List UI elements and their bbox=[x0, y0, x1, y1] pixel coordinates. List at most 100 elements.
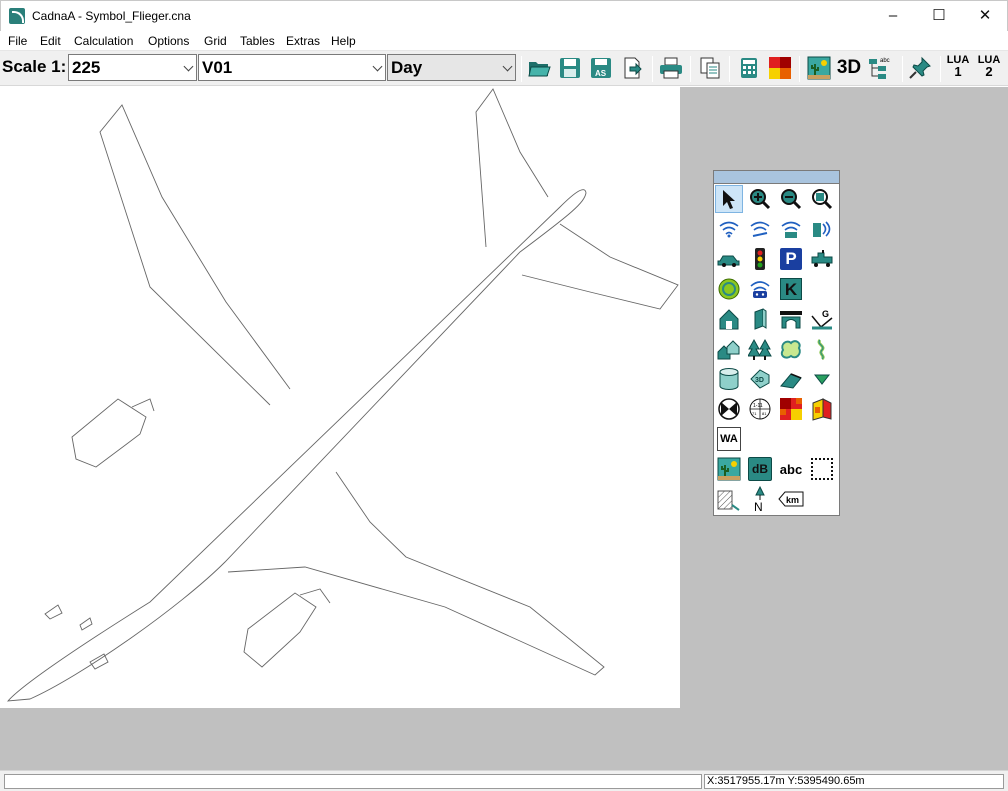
traffic-light-tool[interactable] bbox=[746, 245, 774, 273]
period-combobox[interactable]: Day bbox=[387, 54, 516, 81]
save-button[interactable] bbox=[557, 55, 583, 81]
height-point-tool[interactable] bbox=[808, 365, 836, 393]
hatched-area-icon bbox=[717, 490, 740, 511]
traffic-light-icon bbox=[755, 248, 765, 270]
north-arrow-icon: N bbox=[754, 486, 765, 512]
wa-tool[interactable]: WA bbox=[715, 425, 743, 453]
landscape-view-button[interactable] bbox=[806, 55, 832, 81]
survey-marker-icon bbox=[718, 398, 740, 420]
building-group-tool[interactable] bbox=[715, 335, 743, 363]
menu-edit[interactable]: Edit bbox=[40, 34, 61, 48]
road-tool[interactable] bbox=[715, 245, 743, 273]
north-arrow-tool[interactable]: N bbox=[746, 485, 774, 513]
vertical-area-source-tool[interactable] bbox=[808, 215, 836, 243]
grid-arrangement-tool[interactable]: 1-11 71 81 bbox=[746, 395, 774, 423]
open-folder-icon bbox=[528, 62, 551, 77]
bridge-tool[interactable] bbox=[777, 305, 805, 333]
lua-2-button[interactable]: LUA 2 bbox=[976, 54, 1002, 78]
work-area[interactable]: P K G 3D 1-11 71 81 WA dB abc N km bbox=[0, 87, 1008, 770]
toolbar-separator bbox=[940, 56, 941, 82]
fuselage-outline bbox=[6, 189, 587, 702]
variant-value: V01 bbox=[202, 58, 233, 77]
select-tool[interactable] bbox=[715, 185, 743, 213]
wa-icon: WA bbox=[717, 427, 741, 451]
text-tool[interactable]: abc bbox=[777, 455, 805, 483]
lua-1-button[interactable]: LUA 1 bbox=[945, 54, 971, 78]
cylinder-tool[interactable] bbox=[715, 365, 743, 393]
toolbar-separator bbox=[652, 56, 653, 82]
built-up-area-tool[interactable] bbox=[777, 335, 805, 363]
auxiliary-polygon-tool[interactable] bbox=[808, 455, 836, 483]
printer-icon bbox=[660, 57, 682, 79]
k-tool[interactable]: K bbox=[777, 275, 805, 303]
industry-tool[interactable] bbox=[715, 275, 743, 303]
menu-tables[interactable]: Tables bbox=[240, 34, 275, 48]
car-icon bbox=[717, 255, 740, 267]
print-button[interactable] bbox=[658, 55, 684, 81]
area-blob-icon bbox=[780, 340, 801, 359]
railway-tool[interactable] bbox=[808, 245, 836, 273]
facade-map-tool[interactable] bbox=[808, 395, 836, 423]
3d-reflector-tool[interactable]: 3D bbox=[746, 365, 774, 393]
left-engine-outline bbox=[71, 398, 147, 468]
maximize-button[interactable]: ☐ bbox=[916, 1, 962, 31]
period-value: Day bbox=[391, 58, 423, 77]
menu-calculation[interactable]: Calculation bbox=[74, 34, 133, 48]
chevron-down-icon bbox=[183, 61, 194, 72]
chevron-down-icon bbox=[372, 61, 383, 72]
menu-extras[interactable]: Extras bbox=[286, 34, 320, 48]
hatched-area-tool[interactable] bbox=[715, 485, 743, 513]
drawing-canvas[interactable] bbox=[0, 87, 680, 708]
copy-button[interactable] bbox=[697, 55, 723, 81]
open-button[interactable] bbox=[526, 55, 552, 81]
calculate-button[interactable] bbox=[736, 55, 762, 81]
foliage-tool[interactable] bbox=[746, 335, 774, 363]
contour-line-tool[interactable] bbox=[808, 335, 836, 363]
line-source-tool[interactable] bbox=[746, 215, 774, 243]
level-label-tool[interactable]: dB bbox=[746, 455, 774, 483]
export-document-icon bbox=[624, 57, 642, 79]
export-button[interactable] bbox=[619, 55, 645, 81]
fixed-point-tool[interactable] bbox=[715, 395, 743, 423]
toolbar-separator bbox=[521, 56, 522, 82]
noise-grid-button[interactable] bbox=[767, 55, 793, 81]
copy-documents-icon bbox=[700, 57, 720, 79]
menu-help[interactable]: Help bbox=[331, 34, 356, 48]
bitmap-tool[interactable] bbox=[715, 455, 743, 483]
trees-icon bbox=[748, 338, 772, 360]
zoom-out-tool[interactable] bbox=[777, 185, 805, 213]
area-source-tool[interactable] bbox=[777, 215, 805, 243]
ground-absorption-tool[interactable]: G bbox=[808, 305, 836, 333]
palette-title-bar[interactable] bbox=[714, 171, 839, 184]
object-tree-button[interactable]: abc bbox=[868, 55, 894, 81]
menu-file[interactable]: File bbox=[8, 34, 27, 48]
save-as-button[interactable]: AS bbox=[588, 55, 614, 81]
3d-tag-icon: 3D bbox=[750, 369, 770, 389]
barrier-tool[interactable] bbox=[746, 305, 774, 333]
pin-button[interactable] bbox=[907, 55, 933, 81]
train-icon bbox=[811, 250, 833, 267]
building-tool[interactable] bbox=[715, 305, 743, 333]
zoom-in-tool[interactable] bbox=[746, 185, 774, 213]
scale-bar-tool[interactable]: km bbox=[777, 485, 805, 513]
embankment-icon bbox=[780, 373, 802, 389]
calculation-point-tool[interactable] bbox=[746, 275, 774, 303]
horizontal-tail-outline bbox=[521, 223, 679, 310]
scale-combobox[interactable]: 225 bbox=[68, 54, 197, 81]
menu-grid[interactable]: Grid bbox=[204, 34, 227, 48]
zoom-extent-icon bbox=[812, 189, 833, 210]
minimize-button[interactable]: – bbox=[870, 1, 916, 31]
zoom-extent-tool[interactable] bbox=[808, 185, 836, 213]
parking-icon: P bbox=[780, 248, 802, 270]
parking-lot-tool[interactable]: P bbox=[777, 245, 805, 273]
raster-map-tool[interactable] bbox=[777, 395, 805, 423]
close-button[interactable]: ✕ bbox=[962, 1, 1008, 31]
3d-view-button[interactable]: 3D bbox=[836, 55, 862, 81]
dotted-rectangle-icon bbox=[811, 458, 833, 480]
embankment-tool[interactable] bbox=[777, 365, 805, 393]
main-toolbar: Scale 1: 225 V01 Day AS 3D abc LUA 1 LUA… bbox=[0, 51, 1008, 86]
point-source-tool[interactable] bbox=[715, 215, 743, 243]
menu-options[interactable]: Options bbox=[148, 34, 189, 48]
bridge-icon bbox=[780, 311, 802, 329]
variant-combobox[interactable]: V01 bbox=[198, 54, 386, 81]
